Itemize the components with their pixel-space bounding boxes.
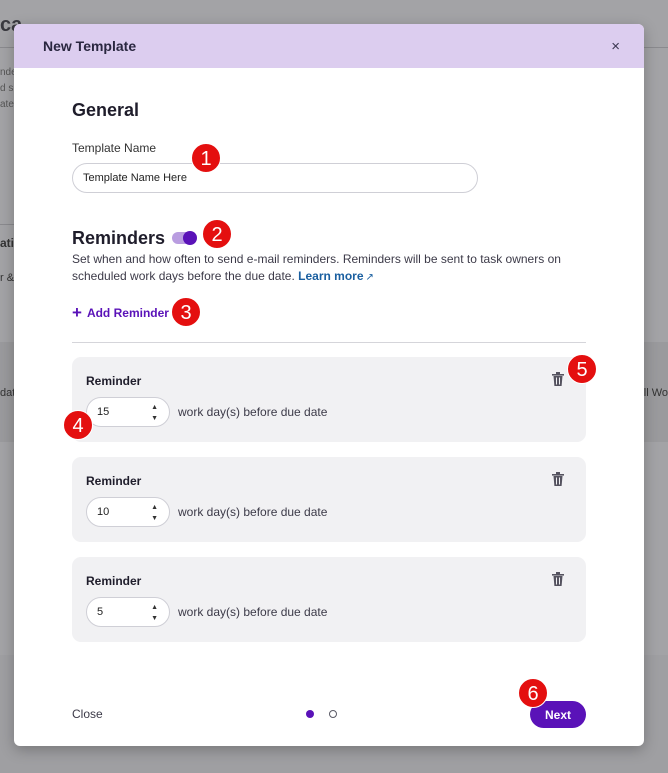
increment-arrow-icon[interactable]: ▲ [151,404,158,411]
trash-icon[interactable] [552,572,564,586]
section-divider [72,342,586,343]
reminders-section-title: Reminders [72,228,166,248]
decrement-arrow-icon[interactable]: ▼ [151,415,158,422]
plus-icon: + [72,303,82,322]
background-divider [0,224,14,225]
reminder-card: Reminder 5 ▲ ▼ work day(s) before due da… [72,557,586,642]
increment-arrow-icon[interactable]: ▲ [151,604,158,611]
background-text: d s [0,83,14,94]
reminder-unit-text: work day(s) before due date [178,405,328,419]
general-section-title: General [72,100,140,120]
days-value[interactable]: 15 [97,406,109,418]
learn-more-link[interactable]: Learn more [298,269,363,283]
new-template-modal: New Template × General Template Name Rem… [14,24,644,746]
callout-marker: 5 [567,354,597,384]
days-value[interactable]: 5 [97,606,103,618]
decrement-arrow-icon[interactable]: ▼ [151,515,158,522]
background-text: ate [0,99,14,110]
reminder-card: Reminder 15 ▲ ▼ work day(s) before due d… [72,357,586,442]
trash-icon[interactable] [552,472,564,486]
background-table-cell: ll Wo [643,387,668,399]
reminder-unit-text: work day(s) before due date [178,505,328,519]
page-indicator-active[interactable] [306,710,314,718]
template-name-label: Template Name [72,141,157,155]
days-stepper[interactable]: 5 ▲ ▼ [86,597,170,627]
external-link-icon: ↗ [365,272,374,283]
decrement-arrow-icon[interactable]: ▼ [151,615,158,622]
background-table-cell: dat [0,387,16,399]
days-stepper[interactable]: 15 ▲ ▼ [86,397,170,427]
close-icon[interactable]: × [611,39,620,54]
days-value[interactable]: 10 [97,506,109,518]
reminder-label: Reminder [86,574,142,588]
modal-header: New Template × [14,24,644,68]
reminders-toggle[interactable] [172,231,197,245]
page-indicator-inactive[interactable] [329,710,337,718]
reminder-label: Reminder [86,374,142,388]
reminder-unit-text: work day(s) before due date [178,605,328,619]
template-name-input[interactable] [72,163,478,193]
days-stepper[interactable]: 10 ▲ ▼ [86,497,170,527]
callout-marker: 3 [171,297,201,327]
toggle-knob [183,231,197,245]
callout-marker: 1 [191,143,221,173]
add-reminder-button[interactable]: + Add Reminder [72,304,169,321]
modal-title: New Template [43,38,137,54]
reminders-description: Set when and how often to send e-mail re… [72,251,592,286]
background-section-title: ati [0,236,15,250]
reminder-card: Reminder 10 ▲ ▼ work day(s) before due d… [72,457,586,542]
increment-arrow-icon[interactable]: ▲ [151,504,158,511]
reminder-label: Reminder [86,474,142,488]
callout-marker: 4 [63,410,93,440]
background-text: r & [0,272,15,284]
close-button[interactable]: Close [72,707,103,721]
callout-marker: 6 [518,678,548,708]
trash-icon[interactable] [552,372,564,386]
callout-marker: 2 [202,219,232,249]
add-reminder-label: Add Reminder [86,305,169,320]
